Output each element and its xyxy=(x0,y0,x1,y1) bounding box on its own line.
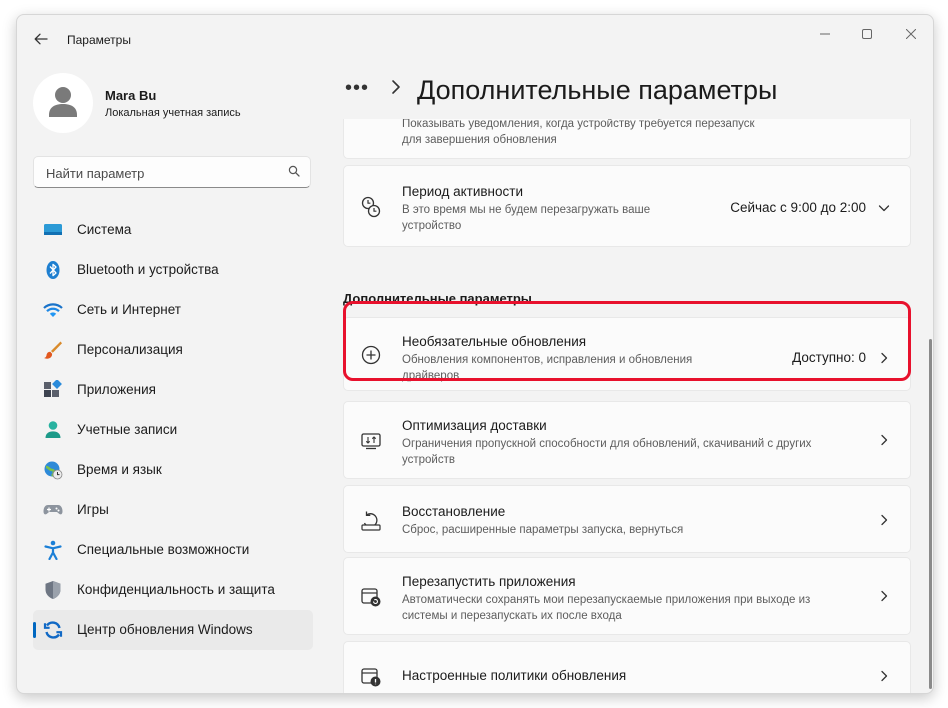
card-description: В это время мы не будем перезагружать ва… xyxy=(402,204,651,232)
sidebar-item-personalization[interactable]: Персонализация xyxy=(33,330,313,370)
card-description-line2: для завершения обновления xyxy=(402,134,557,146)
maximize-icon xyxy=(862,29,872,39)
active-hours-value: Сейчас с 9:00 до 2:00 xyxy=(730,200,866,215)
minimize-button[interactable] xyxy=(803,23,847,45)
card-description: Ограничения пропускной способности для о… xyxy=(402,438,812,466)
app-title: Параметры xyxy=(67,33,131,47)
restart-apps-icon xyxy=(361,588,381,607)
card-title: Настроенные политики обновления xyxy=(402,668,627,683)
sidebar-item-label: Система xyxy=(77,222,132,237)
avatar[interactable] xyxy=(33,73,93,133)
card-description-line1: Показывать уведомления, когда устройству… xyxy=(402,119,755,130)
update-policy-icon xyxy=(361,668,381,687)
sidebar-item-bluetooth[interactable]: Bluetooth и устройства xyxy=(33,250,313,290)
delivery-optimization-icon xyxy=(361,433,381,450)
chevron-right-icon xyxy=(881,590,888,602)
windows-update-icon xyxy=(43,621,63,639)
sidebar-nav: Система Bluetooth и устройства Сеть и Ин… xyxy=(33,210,313,650)
update-policies-card[interactable]: Настроенные политики обновления xyxy=(343,641,911,693)
sidebar-item-label: Игры xyxy=(77,502,109,517)
wifi-icon xyxy=(43,303,63,317)
card-title: Перезапустить приложения xyxy=(402,574,576,589)
sidebar-item-label: Центр обновления Windows xyxy=(77,622,253,637)
chevron-right-icon xyxy=(881,670,888,682)
active-hours-icon xyxy=(361,196,381,218)
sidebar-item-privacy[interactable]: Конфиденциальность и защита xyxy=(33,570,313,610)
content-area: Показывать уведомления, когда устройству… xyxy=(343,119,911,693)
search-input[interactable] xyxy=(44,163,278,183)
settings-window: Параметры Mara Bu Локальная учетная запи… xyxy=(16,14,934,694)
minimize-icon xyxy=(820,33,830,35)
person-icon xyxy=(45,421,61,438)
card-description: Сброс, расширенные параметры запуска, ве… xyxy=(402,524,684,536)
user-name: Mara Bu xyxy=(105,88,157,103)
card-title: Необязательные обновления xyxy=(402,334,587,349)
restart-apps-card[interactable]: Перезапустить приложения Автоматически с… xyxy=(343,557,911,635)
recovery-icon xyxy=(361,511,381,531)
account-type: Локальная учетная запись xyxy=(105,107,241,119)
sidebar-item-label: Bluetooth и устройства xyxy=(77,262,219,277)
card-title: Период активности xyxy=(402,184,523,199)
close-icon xyxy=(906,29,916,39)
sidebar-item-label: Учетные записи xyxy=(77,422,178,437)
sidebar-item-gaming[interactable]: Игры xyxy=(33,490,313,530)
apps-icon xyxy=(44,380,62,397)
optional-updates-card[interactable]: Необязательные обновления Обновления ком… xyxy=(343,317,911,391)
section-heading: Дополнительные параметры xyxy=(343,291,532,306)
sidebar-item-label: Персонализация xyxy=(77,342,183,357)
accessibility-icon xyxy=(44,540,62,560)
brush-icon xyxy=(44,341,62,359)
sidebar-item-apps[interactable]: Приложения xyxy=(33,370,313,410)
sidebar-item-label: Сеть и Интернет xyxy=(77,302,181,317)
breadcrumb-ellipsis[interactable]: ••• xyxy=(345,77,369,100)
sidebar-item-label: Приложения xyxy=(77,382,156,397)
sidebar-item-label: Конфиденциальность и защита xyxy=(77,582,275,597)
sidebar-item-label: Специальные возможности xyxy=(77,542,250,557)
chevron-right-icon xyxy=(881,434,888,446)
card-title: Оптимизация доставки xyxy=(402,418,547,433)
sidebar-item-label: Время и язык xyxy=(77,462,162,477)
sidebar-item-accessibility[interactable]: Специальные возможности xyxy=(33,530,313,570)
sidebar-item-windows-update[interactable]: Центр обновления Windows xyxy=(33,610,313,650)
bluetooth-icon xyxy=(46,261,60,279)
scrollbar[interactable] xyxy=(929,339,932,689)
delivery-optimization-card[interactable]: Оптимизация доставки Ограничения пропуск… xyxy=(343,401,911,479)
chevron-down-icon[interactable] xyxy=(878,202,890,214)
breadcrumb-chevron-icon xyxy=(392,80,400,94)
card-description: Автоматически сохранять мои перезапускае… xyxy=(402,594,811,622)
active-hours-card[interactable]: Период активности В это время мы не буде… xyxy=(343,165,911,247)
search-icon[interactable] xyxy=(288,165,300,177)
globe-clock-icon xyxy=(44,461,63,480)
selection-indicator xyxy=(33,622,36,638)
sidebar-item-time-language[interactable]: Время и язык xyxy=(33,450,313,490)
chevron-right-icon xyxy=(881,352,888,364)
back-arrow-icon xyxy=(34,33,48,45)
restart-notification-card[interactable]: Показывать уведомления, когда устройству… xyxy=(343,119,911,159)
sidebar-item-network[interactable]: Сеть и Интернет xyxy=(33,290,313,330)
sidebar-item-system[interactable]: Система xyxy=(33,210,313,250)
close-button[interactable] xyxy=(889,23,933,45)
monitor-icon xyxy=(44,224,62,235)
card-description: Обновления компонентов, исправления и об… xyxy=(402,354,693,382)
shield-icon xyxy=(45,581,61,599)
user-silhouette-icon xyxy=(49,87,77,117)
sidebar-item-accounts[interactable]: Учетные записи xyxy=(33,410,313,450)
search-box[interactable] xyxy=(33,156,311,188)
recovery-card[interactable]: Восстановление Сброс, расширенные параме… xyxy=(343,485,911,553)
plus-circle-icon xyxy=(361,345,381,365)
card-title: Восстановление xyxy=(402,504,506,519)
chevron-right-icon xyxy=(881,514,888,526)
back-button[interactable] xyxy=(29,27,53,51)
page-title: Дополнительные параметры xyxy=(417,75,778,105)
gamepad-icon xyxy=(43,505,63,515)
maximize-button[interactable] xyxy=(845,23,889,45)
available-count: Доступно: 0 xyxy=(792,350,866,365)
